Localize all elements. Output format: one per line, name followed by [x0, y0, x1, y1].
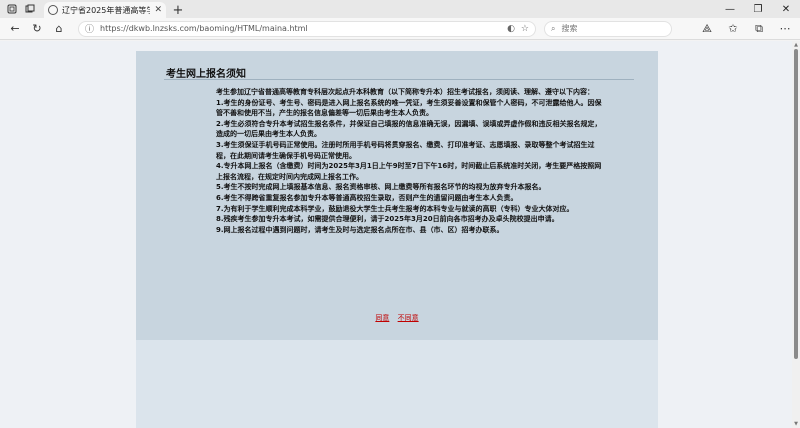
- tab-actions-icon[interactable]: [22, 1, 38, 17]
- scroll-up-icon[interactable]: ▲: [792, 41, 800, 49]
- minimize-icon[interactable]: —: [716, 0, 744, 18]
- disagree-link[interactable]: 不同意: [398, 314, 419, 322]
- globe-icon: [48, 5, 58, 15]
- tab-active[interactable]: 辽宁省2025年普通高等学校专升本 ✕: [44, 2, 166, 18]
- info-icon[interactable]: ⓘ: [85, 22, 94, 35]
- notice-item: 5.考生不按时完成网上填报基本信息、报名资格审核、网上缴费等所有报名环节的均视为…: [216, 183, 546, 192]
- new-tab-button[interactable]: +: [170, 2, 186, 18]
- close-icon[interactable]: ✕: [772, 0, 800, 18]
- workspaces-icon[interactable]: [4, 1, 20, 17]
- notice-item: 3.考生须保证手机号码正常使用。注册时所用手机号码将贯穿报名、缴费、打印准考证、…: [216, 140, 595, 160]
- settings-menu-icon[interactable]: ⋯: [774, 19, 796, 39]
- title-divider: [164, 79, 634, 80]
- notice-panel: 考生网上报名须知 考生参加辽宁省普通高等教育专科层次起点升本科教育（以下简称专升…: [136, 51, 658, 340]
- back-icon[interactable]: ←: [4, 19, 26, 39]
- page-container: 考生网上报名须知 考生参加辽宁省普通高等教育专科层次起点升本科教育（以下简称专升…: [136, 51, 658, 428]
- tab-close-icon[interactable]: ✕: [154, 5, 162, 15]
- notice-item: 4.专升本网上报名（含缴费）时间为2025年3月1日上午9时至7日下午16时，时…: [216, 162, 602, 181]
- notice-actions: 同意 不同意: [136, 313, 658, 323]
- notice-item: 7.为有利于学生顺利完成本科学业，鼓励退役大学生士兵考生报考的本科专业与就读的高…: [216, 204, 574, 213]
- scroll-thumb[interactable]: [794, 49, 798, 359]
- read-aloud-icon[interactable]: ◐: [507, 24, 515, 34]
- address-bar[interactable]: ⓘ https://dkwb.lnzsks.com/baoming/HTML/m…: [78, 20, 536, 37]
- star-icon[interactable]: ☆: [521, 24, 529, 34]
- notice-item: 1.考生的身份证号、考生号、密码是进入网上报名系统的唯一凭证，考生须妥善设置和保…: [216, 98, 602, 118]
- notice-item: 6.考生不得跨省重复报名参加专升本等普通高校招生录取，否则产生的遗留问题由考生本…: [216, 193, 518, 202]
- notice-intro: 考生参加辽宁省普通高等教育专科层次起点升本科教育（以下简称专升本）招生考试报名，…: [216, 88, 594, 96]
- navigation-bar: ← ↻ ⌂ ⓘ https://dkwb.lnzsks.com/baoming/…: [0, 18, 800, 40]
- scroll-down-icon[interactable]: ▼: [792, 420, 800, 428]
- search-input[interactable]: 搜索: [561, 23, 577, 34]
- refresh-icon[interactable]: ↻: [26, 19, 48, 39]
- agree-link[interactable]: 同意: [375, 314, 389, 322]
- notice-item: 2.考生必须符合专升本考试招生报名条件，并保证自己填报的信息准确无误，因漏填、误…: [216, 119, 602, 139]
- tab-title: 辽宁省2025年普通高等学校专升本: [62, 5, 151, 15]
- notice-title: 考生网上报名须知: [166, 69, 246, 80]
- favorites-icon[interactable]: ✩: [722, 19, 744, 39]
- tab-strip: 辽宁省2025年普通高等学校专升本 ✕ + — ❐ ✕: [0, 0, 800, 18]
- notice-item: 9.网上报名过程中遇到问题时，请考生及时与选定报名点所在市、县（市、区）招考办联…: [216, 225, 504, 234]
- search-box[interactable]: ⌕ 搜索: [544, 20, 672, 37]
- search-icon: ⌕: [551, 23, 556, 33]
- notice-item: 8.残疾考生参加专升本考试，如需提供合理便利，请于2025年3月20日前向各市招…: [216, 215, 559, 224]
- url-text: https://dkwb.lnzsks.com/baoming/HTML/mai…: [100, 24, 308, 33]
- vertical-scrollbar[interactable]: ▲ ▼: [792, 41, 800, 428]
- extensions-icon[interactable]: ⟁: [696, 19, 718, 39]
- notice-body: 考生参加辽宁省普通高等教育专科层次起点升本科教育（以下简称专升本）招生考试报名，…: [216, 87, 604, 235]
- collections-icon[interactable]: ⧉: [748, 19, 770, 39]
- page-viewport: 考生网上报名须知 考生参加辽宁省普通高等教育专科层次起点升本科教育（以下简称专升…: [0, 41, 800, 428]
- home-icon[interactable]: ⌂: [48, 19, 70, 39]
- restore-icon[interactable]: ❐: [744, 0, 772, 18]
